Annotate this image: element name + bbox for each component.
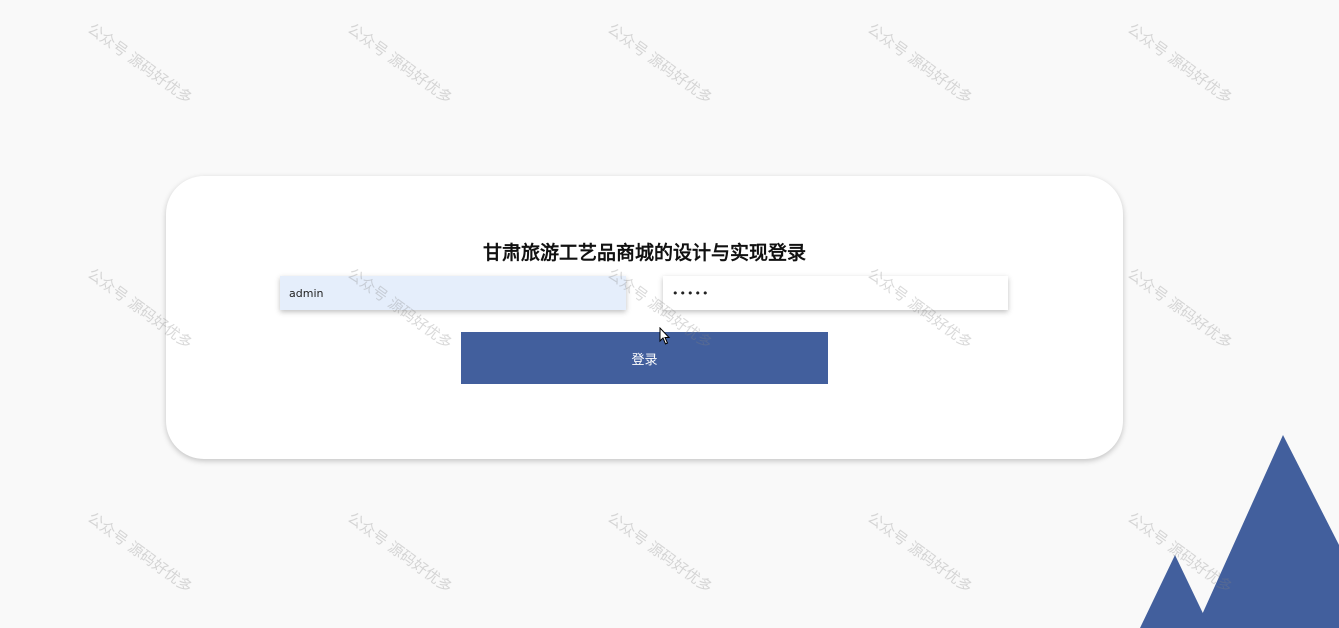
login-title: 甘肃旅游工艺品商城的设计与实现登录 xyxy=(482,242,806,264)
watermark: 公众号 源码好优多 xyxy=(84,19,196,108)
mouse-cursor-icon xyxy=(659,327,671,345)
watermark: 公众号 源码好优多 xyxy=(84,508,196,597)
watermark: 公众号 源码好优多 xyxy=(604,19,716,108)
mountain-decoration xyxy=(1140,435,1339,628)
watermark: 公众号 源码好优多 xyxy=(1124,264,1236,353)
login-button[interactable]: 登录 xyxy=(461,332,828,384)
watermark: 公众号 源码好优多 xyxy=(864,19,976,108)
watermark: 公众号 源码好优多 xyxy=(1124,19,1236,108)
watermark: 公众号 源码好优多 xyxy=(344,19,456,108)
username-input[interactable] xyxy=(280,276,626,310)
mountain-large xyxy=(1196,435,1339,628)
watermark: 公众号 源码好优多 xyxy=(864,508,976,597)
password-input[interactable] xyxy=(663,276,1008,310)
login-card: 甘肃旅游工艺品商城的设计与实现登录 登录 xyxy=(166,176,1123,459)
mountain-small xyxy=(1140,555,1210,628)
watermark: 公众号 源码好优多 xyxy=(344,508,456,597)
watermark: 公众号 源码好优多 xyxy=(604,508,716,597)
